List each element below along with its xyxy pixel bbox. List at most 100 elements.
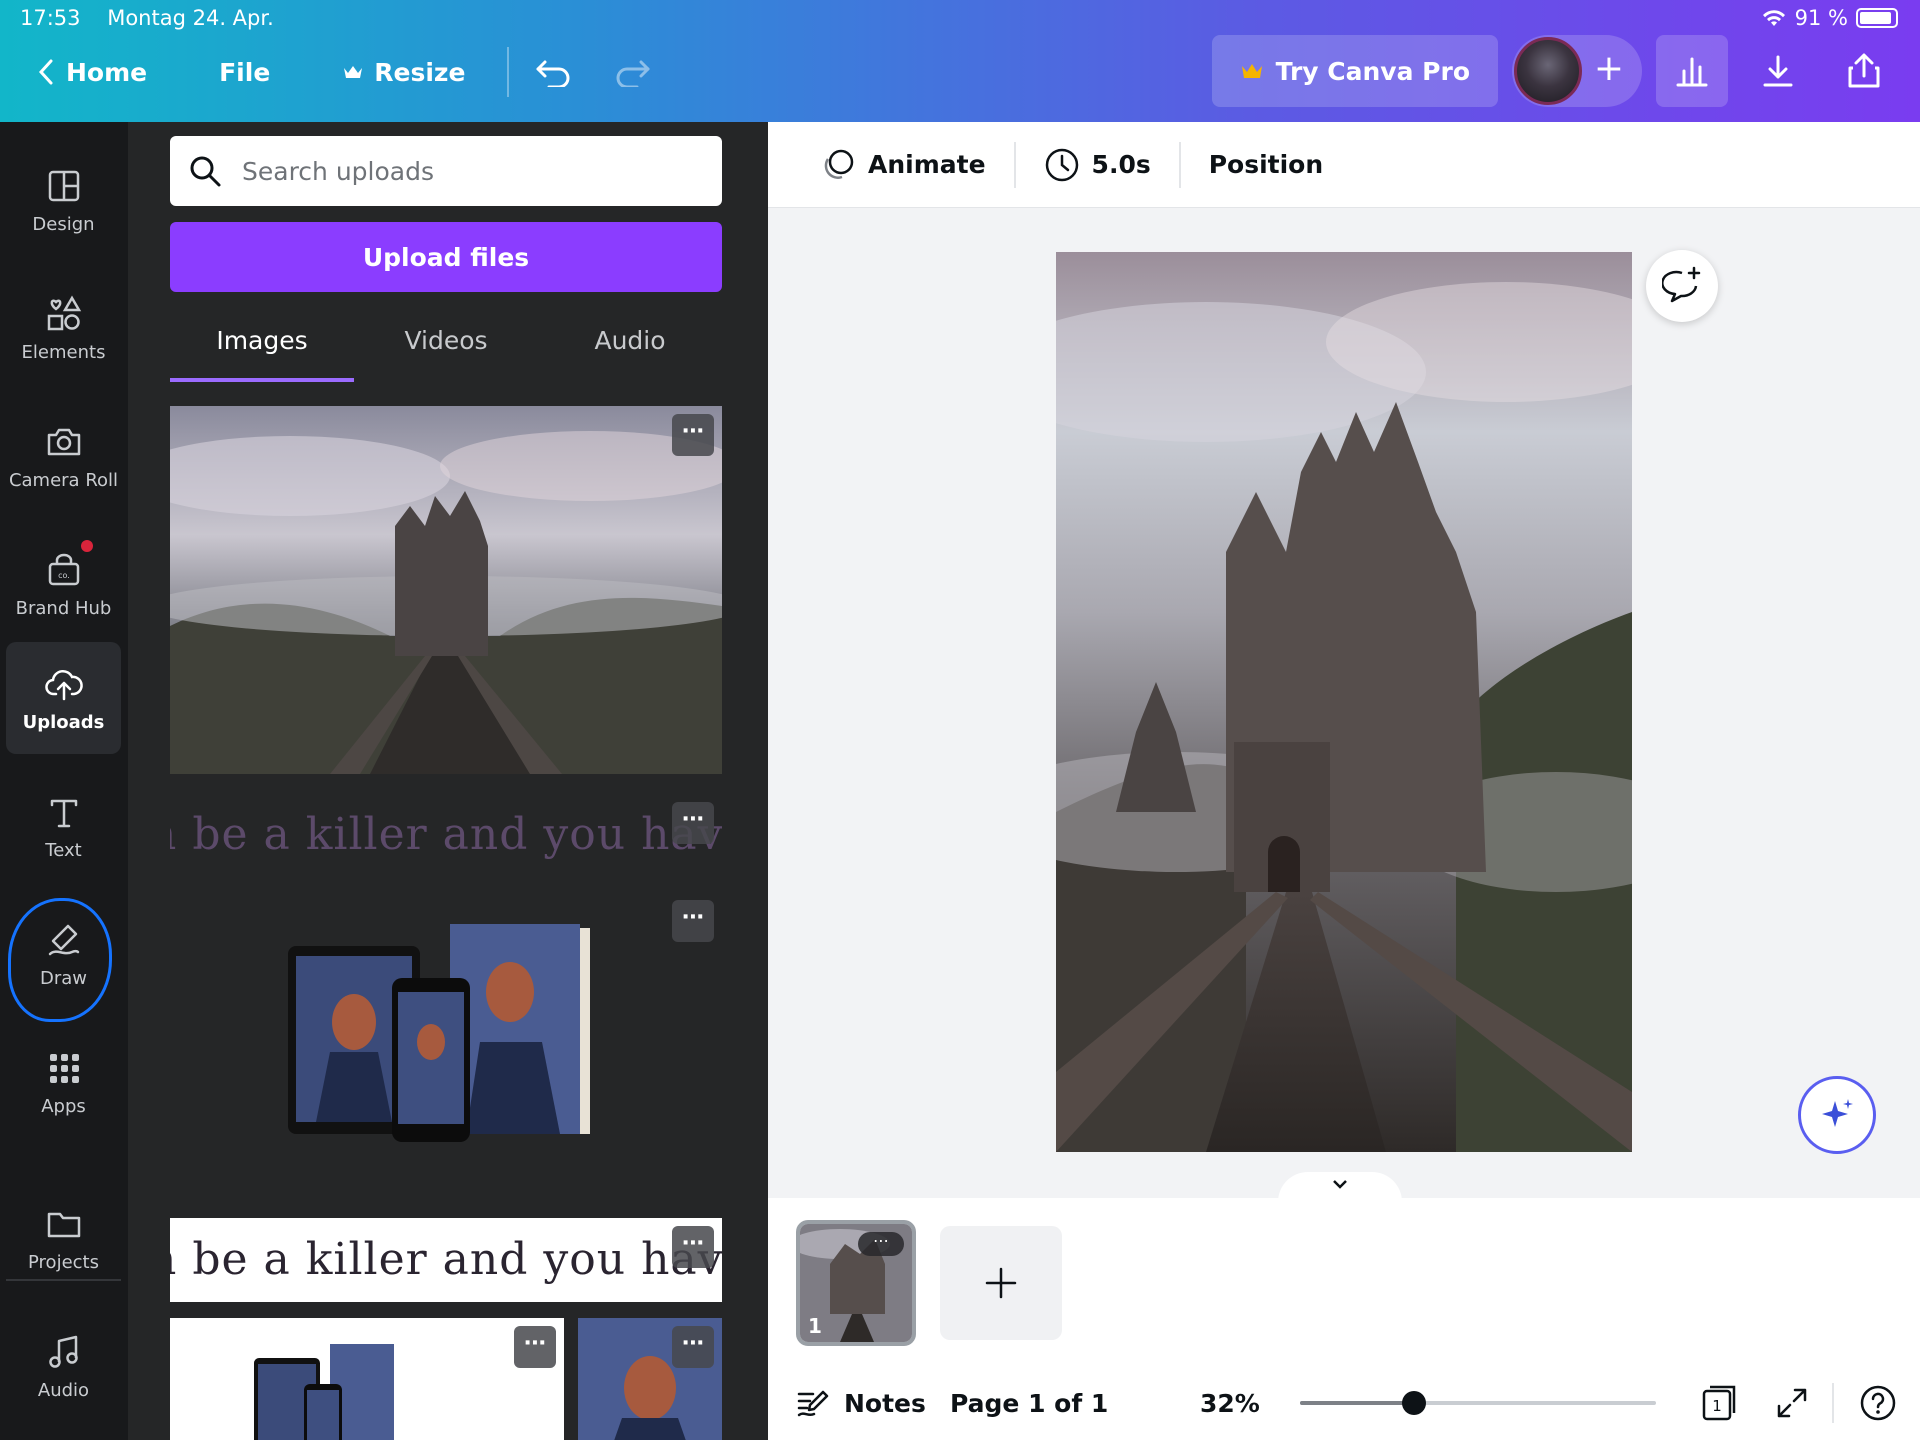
upload-thumbnail-quote-white[interactable]: n be a killer and you have ⋯ [170,1218,722,1302]
upload-thumbnail-quote[interactable]: n be a killer and you have ⋯ [170,794,722,876]
status-bar: 17:53 Montag 24. Apr. [20,6,294,30]
page-count-button[interactable]: 1 [1698,1381,1742,1425]
upload-files-button[interactable]: Upload files [170,222,722,292]
more-options-button[interactable]: ⋯ [672,900,714,942]
draw-icon [48,924,79,955]
top-actions: Try Canva Pro + [1211,35,1920,107]
page-indicator: Page 1 of 1 [950,1388,1109,1418]
home-button[interactable]: Home [36,57,147,87]
duration-button[interactable]: 5.0s [1016,140,1179,190]
try-canva-pro-button[interactable]: Try Canva Pro [1211,35,1498,107]
upload-thumbnail-book-cover[interactable]: ⋯ [578,1318,722,1440]
rail-elements-label: Elements [21,341,106,363]
position-button[interactable]: Position [1181,140,1351,190]
upload-thumbnail-book-mockup-white[interactable]: ⋯ [170,1318,564,1440]
share-with-people-group: + [1512,35,1642,107]
tab-audio[interactable]: Audio [538,312,722,382]
more-options-button[interactable]: ⋯ [672,414,714,456]
fullscreen-button[interactable] [1770,1381,1814,1425]
duration-label: 5.0s [1091,150,1151,179]
tab-videos[interactable]: Videos [354,312,538,382]
rail-audio-label: Audio [37,1379,90,1401]
book-mockup-image [254,1344,394,1440]
file-menu-button[interactable]: File [219,58,270,87]
bar-chart-icon [1676,57,1708,87]
upload-thumbnail-castle[interactable]: ⋯ [170,406,722,774]
chevron-down-icon [1333,1180,1347,1189]
zoom-level[interactable]: 32% [1200,1389,1260,1418]
more-options-button[interactable]: ⋯ [672,802,714,844]
rail-apps[interactable]: Apps [6,1026,121,1138]
wifi-icon [1762,10,1785,26]
animate-button[interactable]: Animate [792,140,1014,190]
add-page-button[interactable] [940,1226,1062,1340]
elements-icon [47,295,81,330]
rail-uploads-label: Uploads [22,711,105,733]
position-label: Position [1208,150,1324,179]
plus-icon [985,1267,1017,1299]
rail-elements[interactable]: Elements [6,272,121,384]
more-options-button[interactable]: ⋯ [672,1326,714,1368]
redo-button[interactable] [613,57,651,87]
page-more-options-button[interactable]: ⋯ [858,1232,904,1256]
help-button[interactable] [1856,1381,1900,1425]
pages-strip: ⋯ 1 Notes Page 1 of 1 32% 1 [768,1198,1920,1440]
rail-draw[interactable]: Draw [6,898,121,1010]
design-page[interactable] [1056,252,1632,1152]
folder-icon [47,1212,80,1237]
avatar[interactable] [1514,37,1582,105]
rail-projects[interactable]: Projects [6,1182,121,1294]
rail-brand-hub[interactable]: co. Brand Hub [6,528,121,640]
add-comment-button[interactable] [1646,250,1718,322]
apps-grid-icon [49,1053,79,1083]
resize-button[interactable]: Resize [342,58,465,87]
more-options-button[interactable]: ⋯ [514,1326,556,1368]
rail-design-label: Design [32,213,95,235]
quote-text-image: n be a killer and you have [170,809,722,860]
rail-draw-label: Draw [39,967,87,989]
crown-icon [344,66,363,78]
battery-icon [1856,8,1898,28]
search-input[interactable] [242,156,702,186]
status-date: Montag 24. Apr. [107,6,274,30]
rail-audio[interactable]: Audio [6,1310,121,1422]
tab-images[interactable]: Images [170,312,354,382]
undo-button[interactable] [535,57,573,87]
notification-dot [81,540,93,552]
notes-button[interactable]: Notes [796,1388,926,1418]
music-note-icon [48,1335,78,1368]
page-number: 1 [808,1314,822,1338]
file-label: File [219,57,271,87]
rail-camera-roll-label: Camera Roll [8,469,119,491]
rail-design[interactable]: Design [6,144,121,256]
add-collaborator-icon[interactable]: + [1594,49,1624,89]
camera-icon [47,428,80,455]
share-button[interactable] [1828,35,1900,107]
insights-button[interactable] [1656,35,1728,107]
help-icon [1860,1385,1896,1421]
zoom-slider-knob[interactable] [1401,1391,1426,1415]
rail-text[interactable]: Text [6,770,121,882]
rail-camera-roll[interactable]: Camera Roll [6,400,121,512]
download-button[interactable] [1742,35,1814,107]
search-box [170,136,722,206]
cloud-upload-icon [44,669,83,700]
crown-icon [1241,64,1262,78]
notes-icon [797,1390,829,1417]
undo-icon [536,60,570,87]
magic-assistant-button[interactable] [1798,1076,1876,1154]
more-options-button[interactable]: ⋯ [672,1226,714,1268]
rail-uploads[interactable]: Uploads [6,642,121,754]
text-icon [50,799,77,827]
status-time: 17:53 [20,6,81,30]
share-icon [1848,53,1880,88]
resize-label: Resize [374,57,466,87]
search-icon [190,156,221,187]
page-thumbnail[interactable]: ⋯ 1 [796,1220,916,1346]
quote-text-image: n be a killer and you have [170,1234,722,1285]
upload-thumbnail-book-mockup[interactable]: ⋯ [170,892,722,1212]
canvas-area [768,208,1920,1202]
zoom-slider[interactable] [1300,1391,1656,1415]
design-icon [48,170,79,201]
status-indicators: 91 % [1761,6,1898,30]
